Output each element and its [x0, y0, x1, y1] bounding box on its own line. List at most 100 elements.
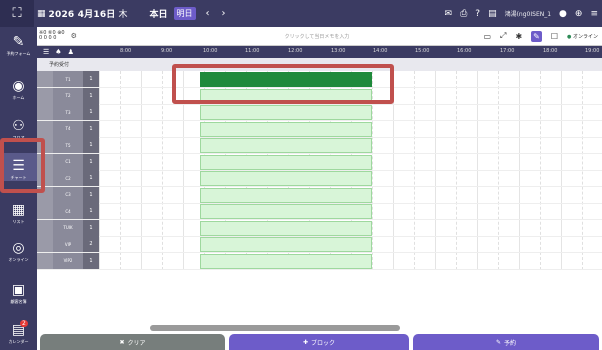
highlight-box-block: [172, 64, 394, 104]
table-name[interactable]: T3: [53, 104, 83, 120]
time-label: 17:00: [500, 48, 515, 54]
account-icon[interactable]: ●: [559, 9, 567, 19]
print-icon[interactable]: ⎙: [460, 9, 467, 19]
grid-empty-area: [37, 270, 602, 325]
sidebar-item-reservation-form[interactable]: ✎ 予約フォーム: [0, 35, 37, 57]
sidebar-item-customers[interactable]: ▣ 顧客名簿: [0, 283, 37, 305]
calendar-icon[interactable]: ▦: [37, 9, 46, 19]
today-button[interactable]: 本日: [150, 7, 168, 20]
globe-icon[interactable]: ⊕: [575, 9, 583, 19]
table-row[interactable]: T5 1: [37, 137, 602, 154]
list-toggle-icon[interactable]: ☰: [43, 48, 49, 56]
table-row[interactable]: T4 1: [37, 120, 602, 138]
table-name[interactable]: C1: [53, 153, 83, 170]
sidebar-item-home[interactable]: ◉ ホーム: [0, 79, 37, 101]
table-capacity: 1: [83, 203, 99, 219]
block-button[interactable]: ✚ ブロック: [229, 334, 409, 350]
selected-slot[interactable]: [200, 253, 372, 269]
floor-icon: ⚇: [12, 118, 25, 134]
table-name[interactable]: T5: [53, 137, 83, 153]
next-day-button[interactable]: ›: [222, 8, 226, 19]
table-name[interactable]: C4: [53, 203, 83, 219]
table-name[interactable]: VIP2: [53, 252, 83, 269]
list-icon: ▦: [11, 202, 26, 218]
time-label: 12:00: [288, 48, 303, 54]
store-icon[interactable]: ▤: [488, 9, 497, 19]
table-capacity: 1: [83, 71, 99, 87]
table-name[interactable]: VIP: [53, 236, 83, 252]
tomorrow-button[interactable]: 明日: [173, 7, 196, 20]
horizontal-scrollbar[interactable]: [150, 325, 400, 331]
table-capacity: 1: [83, 219, 99, 236]
row-handle: [37, 71, 53, 87]
app-logo-icon[interactable]: ⛶: [0, 0, 34, 27]
monitor-icon[interactable]: ▭: [483, 32, 491, 41]
user-name[interactable]: 鴻湯(ng0ISEN_1: [505, 9, 551, 18]
sidebar-item-calendar[interactable]: 2 ▤ カレンダー: [0, 320, 37, 345]
table-row[interactable]: VIP2 1: [37, 252, 602, 270]
clear-button[interactable]: ✖ クリア: [40, 334, 225, 350]
sidebar-item-list[interactable]: ▦ リスト: [0, 203, 37, 225]
reservation-counts: ※0 ⑥0 ⊕0 0 0 0 0: [39, 30, 65, 41]
table-name[interactable]: T2: [53, 87, 83, 104]
selected-slot[interactable]: [200, 154, 372, 170]
table-capacity: 1: [83, 170, 99, 186]
table-capacity: 1: [83, 153, 99, 170]
time-label: 13:00: [331, 48, 346, 54]
online-status[interactable]: ● オンライン: [567, 33, 598, 40]
expand-icon[interactable]: ⤢: [500, 31, 506, 41]
plus-icon: ✚: [302, 338, 308, 346]
table-name[interactable]: T4: [53, 120, 83, 137]
topbar-actions: ✉ ⎙ ? ▤ 鴻湯(ng0ISEN_1 ● ⊕ ≡: [445, 0, 598, 27]
table-row[interactable]: C1 1: [37, 153, 602, 171]
selected-slot[interactable]: [200, 187, 372, 203]
table-row[interactable]: TUIK 1: [37, 219, 602, 237]
date-label[interactable]: 2026 4月16日: [49, 7, 116, 20]
selected-slot[interactable]: [200, 237, 372, 252]
table-capacity: 1: [83, 252, 99, 269]
table-row[interactable]: C4 1: [37, 203, 602, 220]
settings-icon[interactable]: ⚙: [71, 32, 77, 40]
table-row[interactable]: VIP 2: [37, 236, 602, 253]
row-handle: [37, 236, 53, 252]
table-name[interactable]: T1: [53, 71, 83, 87]
selected-slot[interactable]: [200, 121, 372, 137]
mail-icon[interactable]: ✉: [445, 9, 453, 19]
daily-memo-input[interactable]: クリックして当日メモを入力: [127, 33, 507, 40]
reserve-button[interactable]: ✎ 予約: [413, 334, 599, 350]
selected-slot[interactable]: [200, 138, 372, 153]
time-label: 8:00: [120, 48, 132, 54]
highlight-box-chart: [0, 138, 45, 193]
notification-badge: 2: [20, 320, 28, 327]
selected-slot[interactable]: [200, 204, 372, 219]
time-label: 16:00: [457, 48, 472, 54]
selected-slot[interactable]: [200, 220, 372, 236]
selected-slot[interactable]: [200, 105, 372, 120]
app-root: ⛶ ▦ 2026 4月16日 木 本日 明日 ‹ › ✉ ⎙ ? ▤ 鴻湯(ng…: [0, 0, 602, 350]
menu-icon[interactable]: ≡: [590, 9, 598, 19]
help-icon[interactable]: ?: [475, 9, 480, 19]
drink-icon[interactable]: ♠: [55, 48, 61, 56]
gear-icon[interactable]: ✱: [515, 32, 522, 41]
reservation-accept-label: 予約受付: [49, 62, 70, 68]
row-handle: [37, 120, 53, 137]
table-name[interactable]: C3: [53, 186, 83, 203]
pencil-icon: ✎: [12, 34, 25, 50]
selected-slot[interactable]: [200, 171, 372, 186]
time-label: 18:00: [543, 48, 558, 54]
checkbox-icon[interactable]: ☐: [551, 32, 558, 41]
edit-icon[interactable]: ✎: [531, 30, 542, 42]
table-row[interactable]: C3 1: [37, 186, 602, 204]
sidebar-item-online[interactable]: ◎ オンライン: [0, 241, 37, 263]
row-handle: [37, 87, 53, 104]
row-handle: [37, 219, 53, 236]
top-bar: ⛶ ▦ 2026 4月16日 木 本日 明日 ‹ › ✉ ⎙ ? ▤ 鴻湯(ng…: [0, 0, 602, 27]
table-row[interactable]: C2 1: [37, 170, 602, 187]
table-row[interactable]: T3 1: [37, 104, 602, 121]
time-label: 15:00: [415, 48, 430, 54]
table-name[interactable]: TUIK: [53, 219, 83, 236]
person-icon[interactable]: ♟: [68, 48, 74, 56]
prev-day-button[interactable]: ‹: [206, 8, 210, 19]
time-label: 19:00: [585, 48, 600, 54]
table-name[interactable]: C2: [53, 170, 83, 186]
